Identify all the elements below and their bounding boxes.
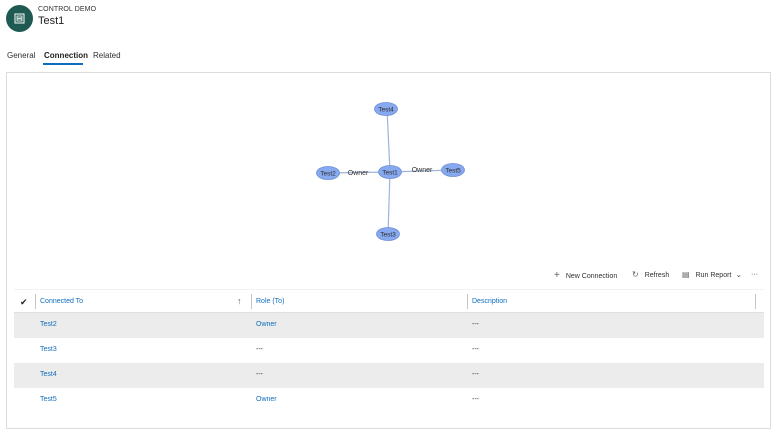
column-divider <box>755 294 756 309</box>
table-row[interactable]: Test4 --- --- <box>14 363 764 388</box>
role-link[interactable]: Owner <box>256 321 277 328</box>
chevron-down-icon: ⌄ <box>735 270 743 279</box>
role-link[interactable]: Owner <box>256 396 277 403</box>
subgrid-command-bar: + New Connection ↻ Refresh ▤ Run Report … <box>7 269 770 285</box>
refresh-icon: ↻ <box>632 270 639 279</box>
connected-to-link[interactable]: Test5 <box>40 396 57 403</box>
run-report-button[interactable]: ▤ Run Report ⌄ <box>682 271 742 279</box>
tab-list: General Connection Related <box>0 48 777 68</box>
column-divider <box>467 294 468 309</box>
graph-node-test4[interactable]: Test4 <box>374 102 398 116</box>
tab-general[interactable]: General <box>7 51 35 60</box>
form-header: CONTROL DEMO Test1 <box>0 0 777 40</box>
description-cell: --- <box>472 396 479 403</box>
connected-to-link[interactable]: Test3 <box>40 346 57 353</box>
entity-icon <box>6 5 33 32</box>
graph-node-label: Test1 <box>382 170 398 177</box>
graph-node-label: Test2 <box>320 171 336 178</box>
tab-connection[interactable]: Connection <box>44 51 88 60</box>
column-header-description[interactable]: Description <box>472 298 507 305</box>
entity-type-label: CONTROL DEMO <box>38 6 97 13</box>
connections-card: Owner Owner Test4 Test2 Test1 Test5 Test… <box>6 72 771 429</box>
graph-node-label: Test4 <box>378 107 394 114</box>
plus-icon: + <box>554 270 560 281</box>
record-title: Test1 <box>38 15 65 27</box>
graph-node-test3[interactable]: Test3 <box>376 227 400 241</box>
refresh-label: Refresh <box>644 271 670 279</box>
edge-label-owner-right: Owner <box>412 167 433 174</box>
table-row[interactable]: Test5 Owner --- <box>14 388 764 413</box>
graph-node-label: Test5 <box>445 168 461 175</box>
graph-node-test5[interactable]: Test5 <box>441 163 465 177</box>
graph-node-test1[interactable]: Test1 <box>378 165 402 179</box>
table-row[interactable]: Test3 --- --- <box>14 338 764 363</box>
edge-test1-test4 <box>386 108 391 173</box>
edge-test1-test3 <box>387 171 391 235</box>
graph-node-test2[interactable]: Test2 <box>316 166 340 180</box>
table-icon <box>14 13 25 24</box>
new-connection-button[interactable]: + New Connection <box>554 271 617 281</box>
active-tab-indicator <box>43 63 83 65</box>
table-row[interactable]: Test2 Owner --- <box>14 313 764 338</box>
column-divider <box>35 294 36 309</box>
connected-to-link[interactable]: Test4 <box>40 371 57 378</box>
connections-grid: ✔ Connected To ↑ Role (To) Description T… <box>14 289 764 413</box>
description-cell: --- <box>472 346 479 353</box>
grid-header-row: ✔ Connected To ↑ Role (To) Description <box>14 289 764 313</box>
column-header-connected-to[interactable]: Connected To <box>40 298 83 305</box>
connection-graph: Owner Owner Test4 Test2 Test1 Test5 Test… <box>7 73 770 268</box>
description-cell: --- <box>472 371 479 378</box>
column-divider <box>251 294 252 309</box>
graph-node-label: Test3 <box>380 232 396 239</box>
description-cell: --- <box>472 321 479 328</box>
sort-ascending-icon: ↑ <box>237 296 242 306</box>
connected-to-link[interactable]: Test2 <box>40 321 57 328</box>
edge-label-owner-left: Owner <box>348 170 369 177</box>
report-icon: ▤ <box>682 270 690 279</box>
column-header-role-to[interactable]: Role (To) <box>256 298 284 305</box>
role-cell: --- <box>256 371 263 378</box>
refresh-button[interactable]: ↻ Refresh <box>632 271 669 279</box>
tab-related[interactable]: Related <box>93 51 121 60</box>
graph-canvas: Owner Owner Test4 Test2 Test1 Test5 Test… <box>316 102 465 241</box>
new-connection-label: New Connection <box>565 272 618 280</box>
run-report-label: Run Report <box>695 271 732 279</box>
more-commands-button[interactable]: ··· <box>751 271 758 278</box>
more-icon: ··· <box>751 271 758 278</box>
role-cell: --- <box>256 346 263 353</box>
select-all-checkbox[interactable]: ✔ <box>20 297 28 308</box>
